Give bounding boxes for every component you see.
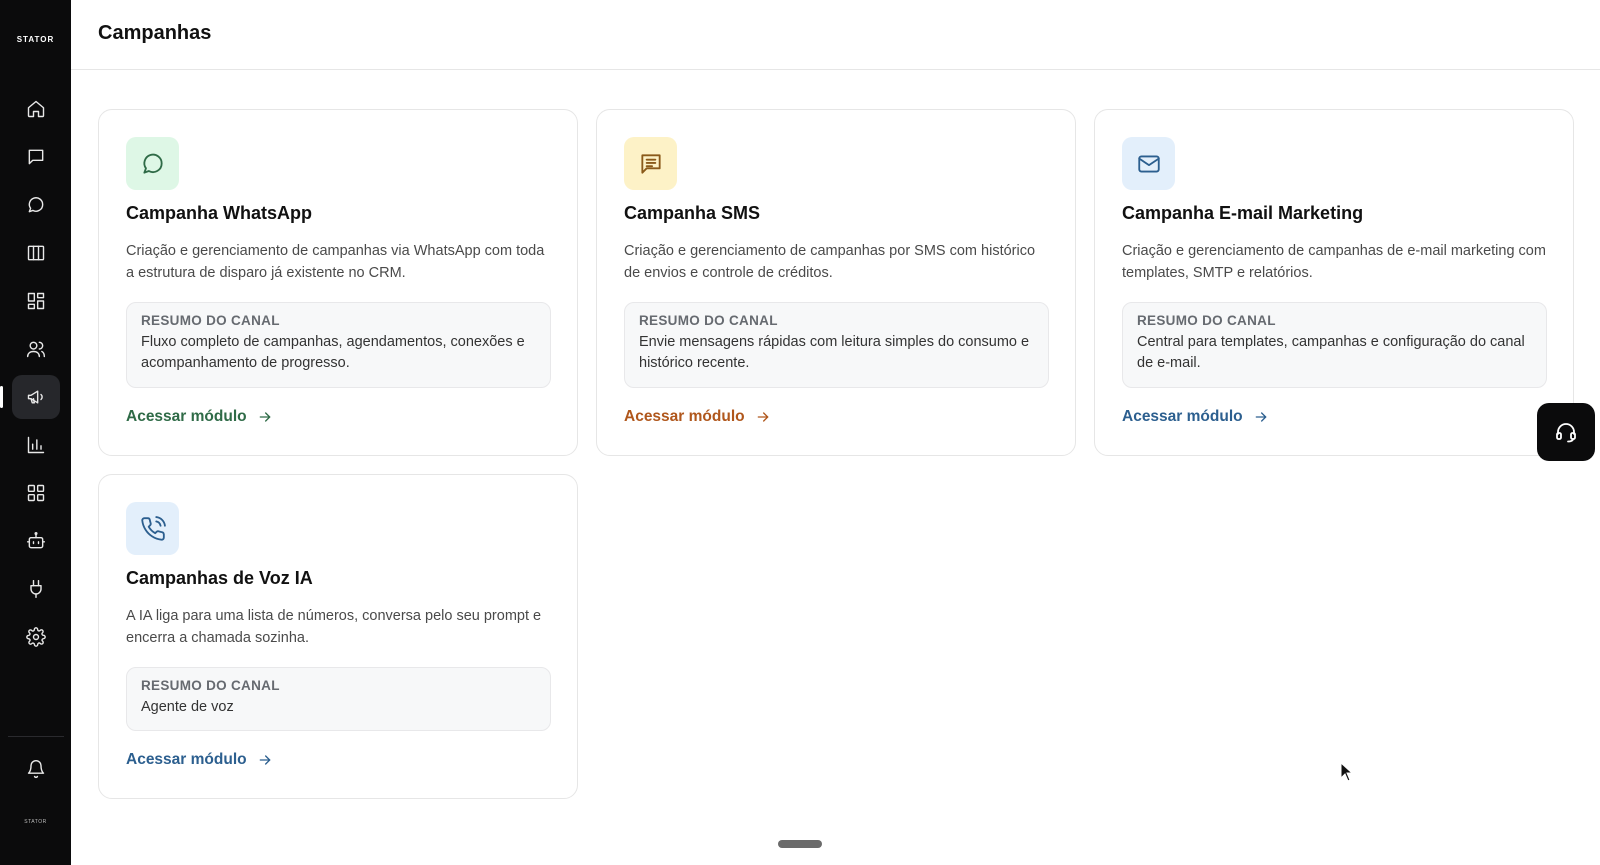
sidebar-item-kanban[interactable] [12, 231, 60, 275]
scroll-handle[interactable] [778, 840, 822, 848]
access-module-label: Acessar módulo [126, 408, 247, 425]
page-header: Campanhas [71, 0, 1600, 70]
summary-text: Agente de voz [141, 699, 234, 715]
sidebar-item-contacts[interactable] [12, 327, 60, 371]
campaign-card-whatsapp: Campanha WhatsApp Criação e gerenciament… [98, 109, 578, 456]
sidebar: STATOR STATOR [0, 0, 71, 865]
card-description: Criação e gerenciamento de campanhas via… [126, 243, 545, 281]
summary-text: Envie mensagens rápidas com leitura simp… [639, 334, 1030, 371]
sidebar-item-campaigns[interactable] [0, 375, 60, 419]
sidebar-divider [7, 736, 64, 737]
access-module-link[interactable]: Acessar módulo [624, 408, 771, 426]
phone-call-icon [140, 515, 166, 541]
summary-label: RESUMO DO CANAL [141, 678, 280, 693]
columns-icon [27, 245, 44, 261]
summary-label: RESUMO DO CANAL [639, 313, 778, 328]
sidebar-item-integrations[interactable] [12, 567, 60, 611]
card-title: Campanha WhatsApp [126, 203, 313, 223]
campaign-card-sms: Campanha SMS Criação e gerenciamento de … [596, 109, 1076, 456]
grid-icon [27, 484, 44, 502]
support-fab-button[interactable] [1537, 403, 1595, 461]
sidebar-item-chat[interactable] [12, 183, 60, 227]
sidebar-item-bots[interactable] [12, 519, 60, 563]
headset-icon [1556, 423, 1576, 443]
arrow-right-icon [1255, 412, 1266, 422]
megaphone-icon [27, 390, 43, 404]
card-icon-container [126, 502, 179, 555]
card-description: Criação e gerenciamento de campanhas por… [624, 243, 1036, 281]
bar-chart-icon [27, 436, 44, 454]
access-module-link[interactable]: Acessar módulo [126, 408, 273, 426]
sidebar-item-home[interactable] [12, 87, 60, 131]
home-icon [27, 100, 44, 118]
card-icon-container [126, 137, 179, 190]
plug-icon [29, 579, 42, 599]
mail-icon [1137, 154, 1160, 173]
notifications-button[interactable] [12, 747, 60, 791]
dashboard-icon [27, 292, 44, 310]
arrow-right-icon [757, 412, 768, 422]
page-title: Campanhas [98, 22, 212, 44]
summary-text: Fluxo completo de campanhas, agendamento… [141, 334, 525, 371]
access-module-label: Acessar módulo [624, 408, 745, 425]
sidebar-item-settings[interactable] [12, 615, 60, 659]
gear-icon [25, 627, 46, 647]
arrow-right-icon [259, 412, 270, 422]
whatsapp-icon [142, 153, 163, 174]
card-title: Campanhas de Voz IA [126, 568, 313, 588]
campaign-card-email: Campanha E-mail Marketing Criação e gere… [1094, 109, 1574, 456]
message-circle-icon [28, 197, 43, 213]
channel-summary: RESUMO DO CANAL Central para templates, … [1122, 302, 1547, 388]
campaign-card-voice-ai: Campanhas de Voz IA A IA liga para uma l… [98, 474, 578, 799]
access-module-label: Acessar módulo [126, 751, 247, 768]
bot-icon [26, 531, 45, 549]
summary-text: Central para templates, campanhas e conf… [1137, 334, 1525, 371]
card-title: Campanha SMS [624, 203, 761, 223]
summary-label: RESUMO DO CANAL [141, 313, 280, 328]
sidebar-item-dashboard[interactable] [12, 279, 60, 323]
bell-icon [27, 760, 44, 779]
channel-summary: RESUMO DO CANAL Agente de voz [126, 667, 551, 731]
summary-label: RESUMO DO CANAL [1137, 313, 1276, 328]
channel-summary: RESUMO DO CANAL Envie mensagens rápidas … [624, 302, 1049, 388]
users-icon [26, 341, 45, 358]
sidebar-nav [0, 87, 60, 663]
card-description: A IA liga para uma lista de números, con… [126, 608, 542, 646]
brand-logo: STATOR [16, 35, 55, 44]
access-module-label: Acessar módulo [1122, 408, 1243, 425]
channel-summary: RESUMO DO CANAL Fluxo completo de campan… [126, 302, 551, 388]
access-module-link[interactable]: Acessar módulo [1122, 408, 1269, 426]
message-square-icon [28, 149, 43, 165]
arrow-right-icon [259, 755, 270, 765]
sidebar-item-inbox[interactable] [12, 135, 60, 179]
sms-icon [640, 153, 661, 174]
card-icon-container [624, 137, 677, 190]
card-title: Campanha E-mail Marketing [1122, 203, 1364, 223]
access-module-link[interactable]: Acessar módulo [126, 751, 273, 769]
mouse-cursor-icon [1340, 762, 1354, 782]
brand-small-logo: STATOR [24, 819, 47, 825]
sidebar-item-apps[interactable] [12, 471, 60, 515]
card-description: Criação e gerenciamento de campanhas de … [1122, 243, 1546, 281]
sidebar-bottom: STATOR [0, 736, 71, 865]
sidebar-item-reports[interactable] [12, 423, 60, 467]
card-icon-container [1122, 137, 1175, 190]
